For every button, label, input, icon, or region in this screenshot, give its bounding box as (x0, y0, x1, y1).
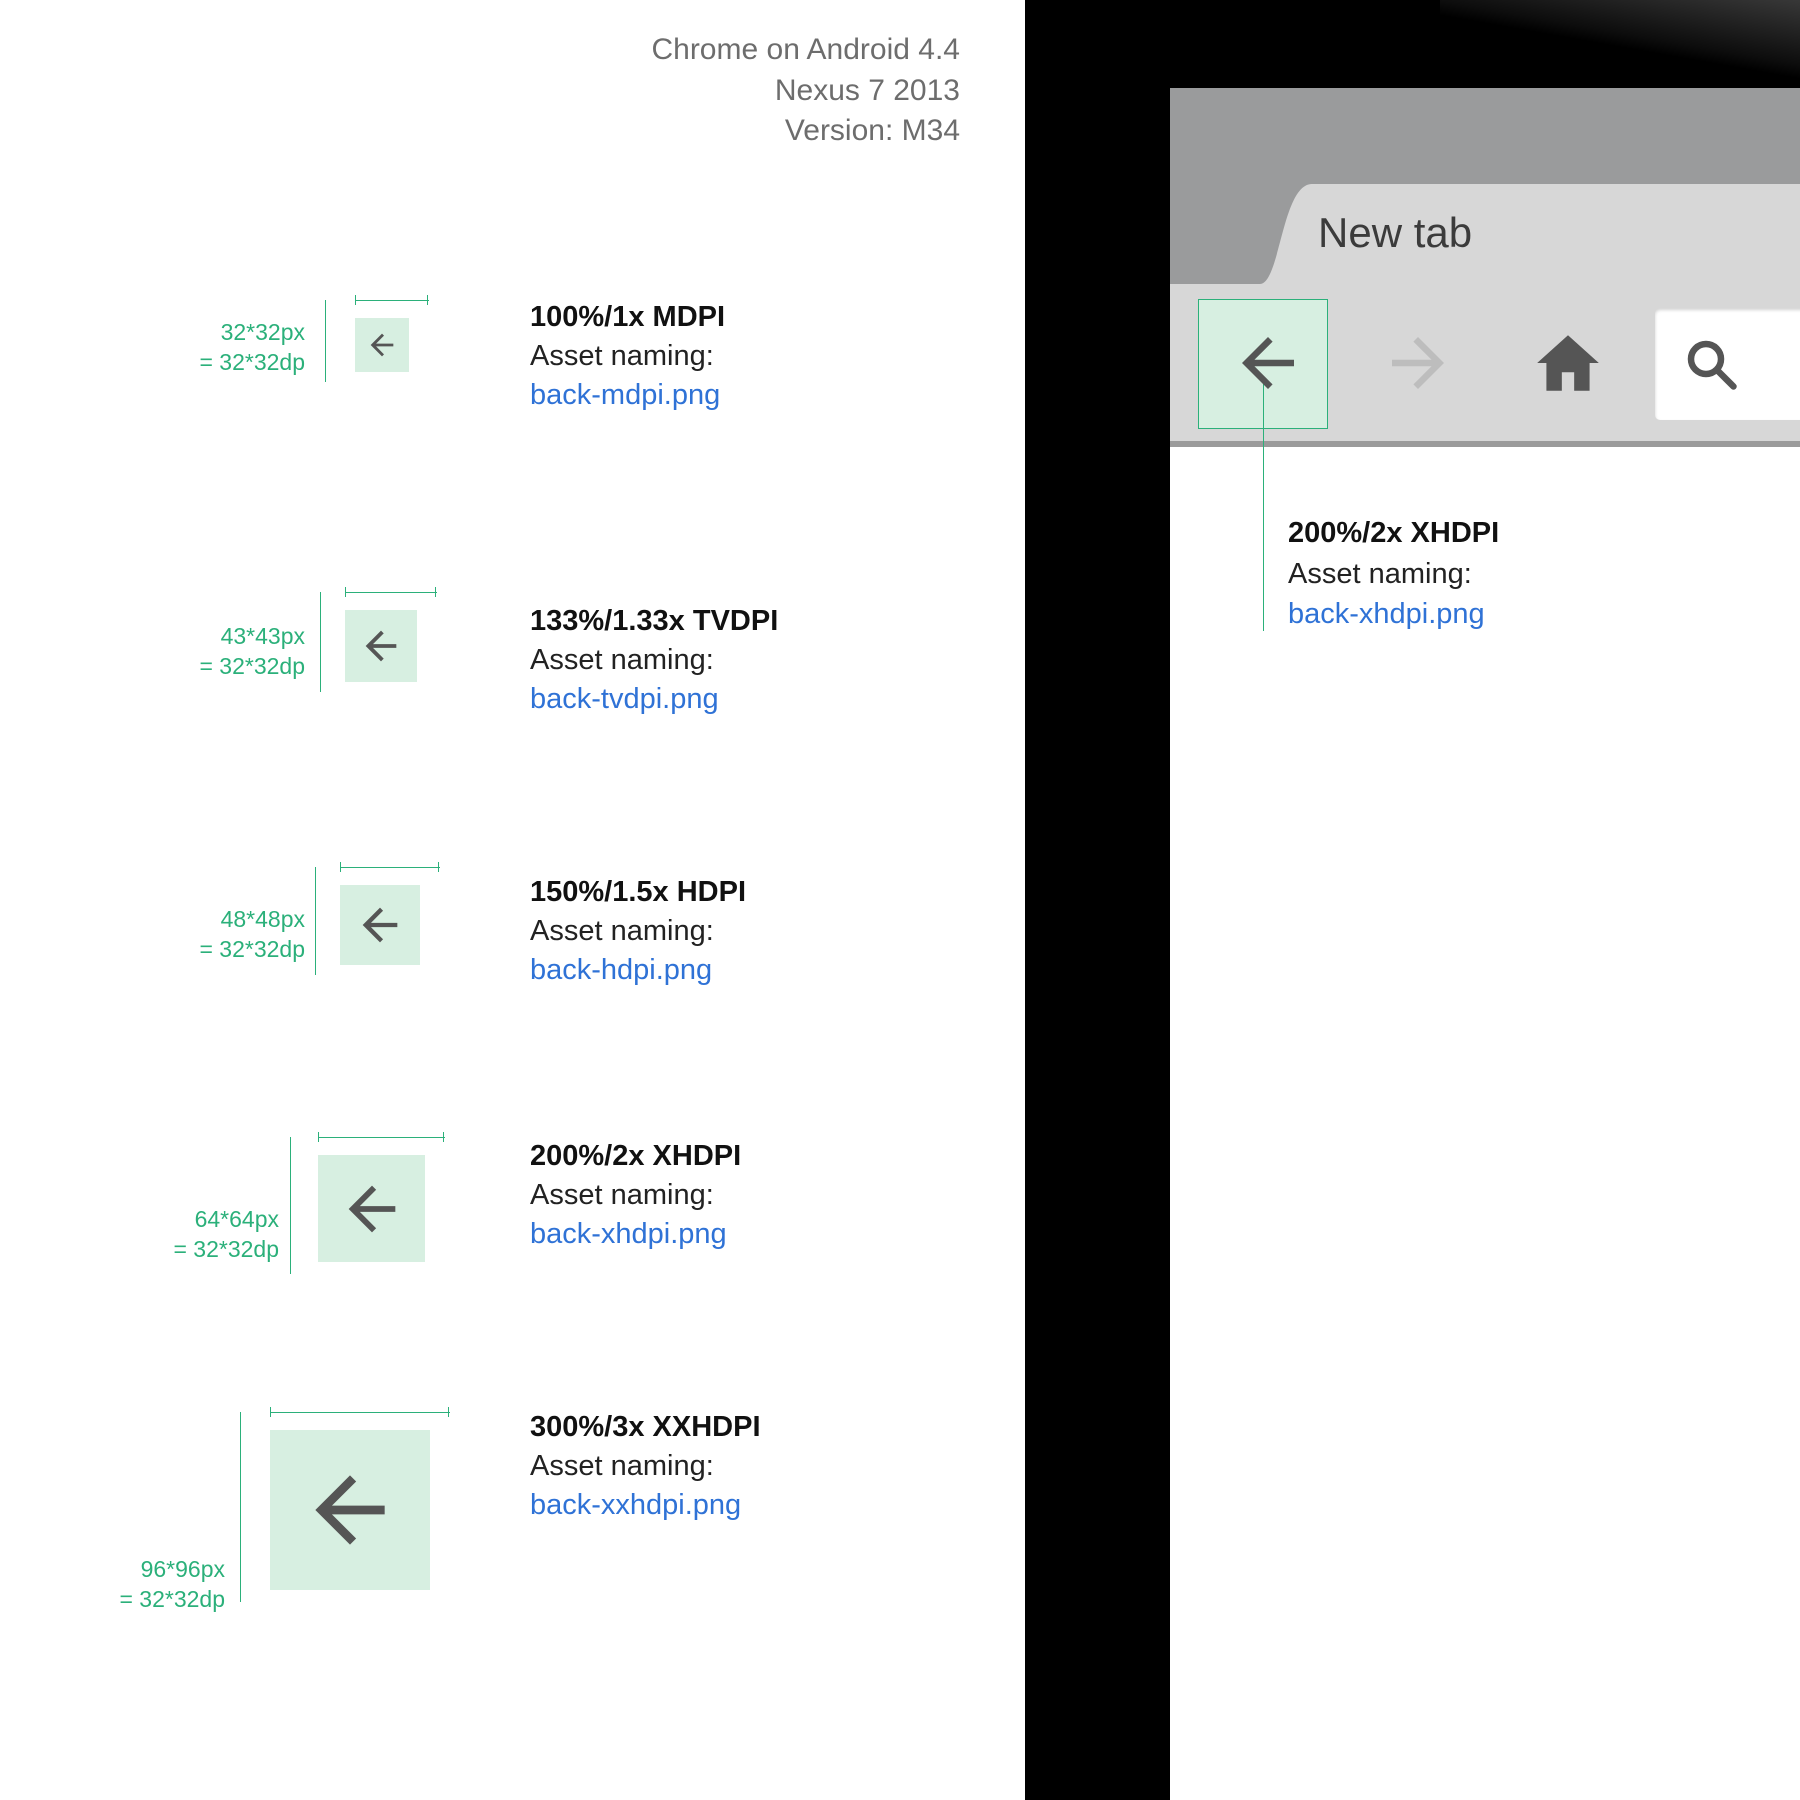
dimensions-label: 43*43px = 32*32dp (199, 622, 305, 682)
guide-vertical (320, 592, 321, 692)
browser-toolbar (1170, 284, 1800, 447)
back-arrow-icon (358, 623, 404, 669)
spec-panel: Chrome on Android 4.4 Nexus 7 2013 Versi… (0, 0, 1025, 1800)
forward-arrow-icon (1379, 324, 1457, 402)
back-button[interactable] (1198, 298, 1338, 428)
guide-tick (443, 1132, 444, 1142)
back-arrow-icon (337, 1174, 407, 1244)
guide-tick (438, 862, 439, 872)
asset-preview (270, 1430, 430, 1590)
asset-preview (340, 885, 420, 965)
browser-tab[interactable]: New tab (1260, 184, 1800, 284)
guide-horizontal (340, 867, 440, 868)
row-text: 100%/1x MDPI Asset naming: back-mdpi.png (530, 298, 725, 415)
device-screen: New tab (1170, 88, 1800, 1800)
tab-title: New tab (1318, 209, 1472, 257)
home-icon (1531, 326, 1605, 400)
search-icon (1681, 334, 1741, 394)
guide-tick (340, 862, 341, 872)
guide-horizontal (318, 1137, 445, 1138)
device-bezel: New tab (1025, 0, 1800, 1800)
header-line-1: Chrome on Android 4.4 (651, 30, 960, 71)
dimensions-label: 32*32px = 32*32dp (199, 318, 305, 378)
dimensions-label: 48*48px = 32*32dp (199, 905, 305, 965)
header-line-2: Nexus 7 2013 (651, 71, 960, 112)
guide-horizontal (345, 592, 437, 593)
guide-tick (318, 1132, 319, 1142)
url-bar[interactable] (1655, 308, 1800, 420)
forward-button[interactable] (1348, 298, 1488, 428)
guide-vertical (315, 867, 316, 975)
guide-horizontal (355, 300, 429, 301)
guide-tick (355, 295, 356, 305)
guide-vertical (290, 1137, 291, 1274)
guide-horizontal (270, 1412, 450, 1413)
guide-tick (435, 587, 436, 597)
back-arrow-icon (1229, 324, 1307, 402)
header-text: Chrome on Android 4.4 Nexus 7 2013 Versi… (651, 30, 960, 152)
guide-tick (345, 587, 346, 597)
dimensions-label: 64*64px = 32*32dp (173, 1205, 279, 1265)
asset-preview (355, 318, 409, 372)
guide-tick (427, 295, 428, 305)
back-arrow-icon (298, 1458, 402, 1562)
row-text: 133%/1.33x TVDPI Asset naming: back-tvdp… (530, 602, 778, 719)
guide-vertical (240, 1412, 241, 1602)
callout-text: 200%/2x XHDPI Asset naming: back-xhdpi.p… (1288, 513, 1499, 635)
home-button[interactable] (1498, 298, 1638, 428)
guide-tick (448, 1407, 449, 1417)
back-arrow-icon (365, 328, 399, 362)
back-arrow-icon (354, 899, 406, 951)
asset-preview (318, 1155, 425, 1262)
asset-preview (345, 610, 417, 682)
row-text: 150%/1.5x HDPI Asset naming: back-hdpi.p… (530, 873, 746, 990)
guide-vertical (325, 300, 326, 382)
row-text: 300%/3x XXHDPI Asset naming: back-xxhdpi… (530, 1408, 761, 1525)
header-line-3: Version: M34 (651, 111, 960, 152)
browser-tabstrip: New tab (1170, 88, 1800, 284)
dimensions-label: 96*96px = 32*32dp (119, 1555, 225, 1615)
guide-tick (270, 1407, 271, 1417)
row-text: 200%/2x XHDPI Asset naming: back-xhdpi.p… (530, 1137, 741, 1254)
bezel-glare (1440, 0, 1800, 80)
